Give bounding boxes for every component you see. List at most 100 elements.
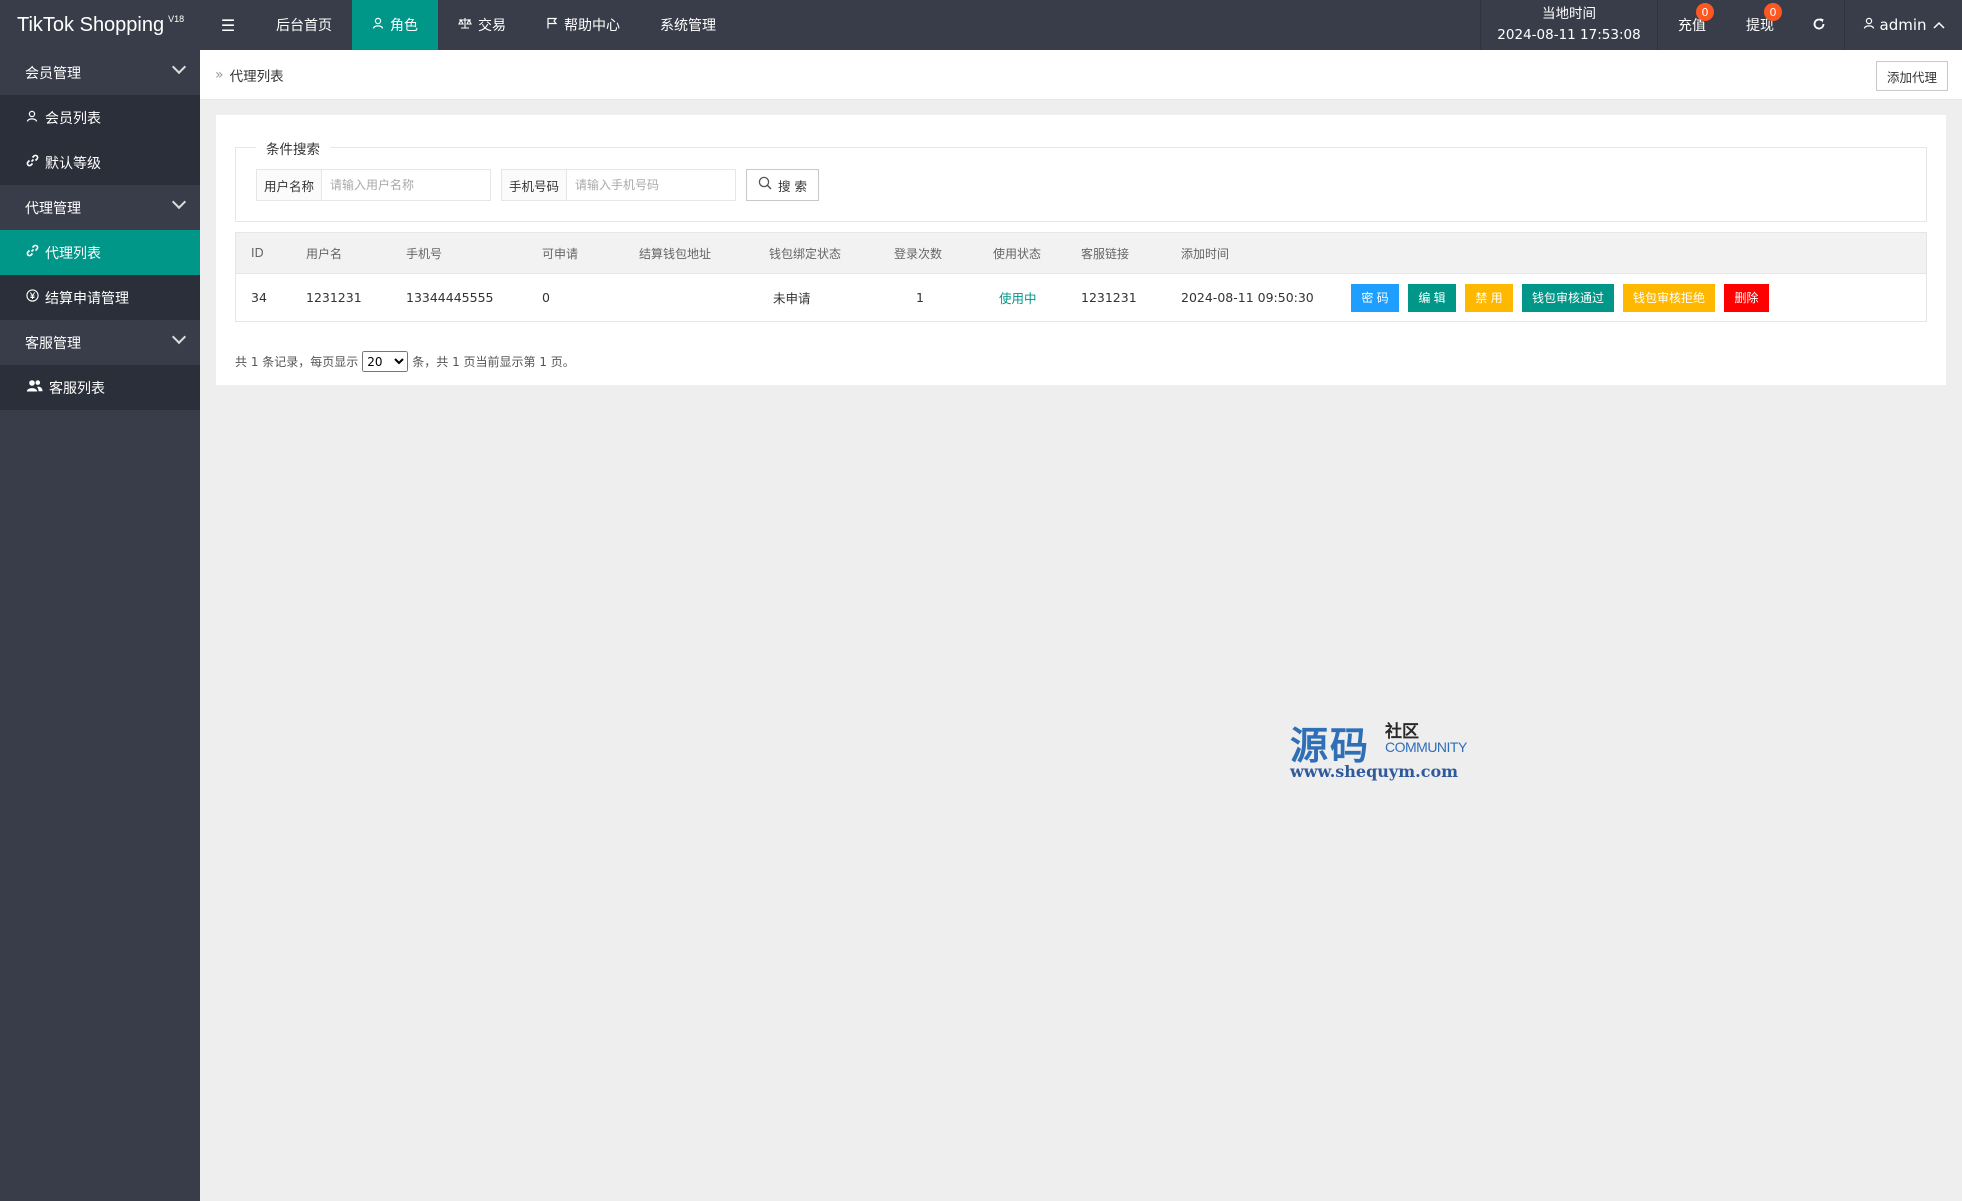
sidebar-item-service-list[interactable]: 客服列表 <box>0 365 200 410</box>
breadcrumb-separator: » <box>215 66 224 83</box>
sidebar-item-member-list[interactable]: 会员列表 <box>0 95 200 140</box>
column-header-added-time: 添加时间 <box>1181 246 1230 261</box>
password-button[interactable]: 密 码 <box>1351 283 1399 312</box>
cell-service-link: 1231231 <box>1081 290 1137 305</box>
sidebar-group-member[interactable]: 会员管理 <box>0 50 200 95</box>
clock-value: 2024-08-11 17:53:08 <box>1497 27 1641 43</box>
top-nav: ☰ 后台首页 角色 交易 帮助中心 系统管理 <box>200 0 736 50</box>
pager-prefix: 共 1 条记录，每页显示 <box>235 355 359 369</box>
phone-label: 手机号码 <box>502 170 567 200</box>
app-title: TikTok Shopping <box>17 13 165 36</box>
search-button-label: 搜 索 <box>778 178 807 194</box>
username-field: 用户名称 <box>256 169 491 201</box>
sidebar-group-service[interactable]: 客服管理 <box>0 320 200 365</box>
column-header-available: 可申请 <box>542 246 579 261</box>
topnav-item-home[interactable]: 后台首页 <box>256 0 352 50</box>
add-agent-button[interactable]: 添加代理 <box>1875 61 1948 91</box>
app-version: V18 <box>168 14 185 24</box>
topnav-item-role[interactable]: 角色 <box>352 0 438 50</box>
sidebar-item-label: 默认等级 <box>45 155 101 172</box>
local-time: 当地时间 2024-08-11 17:53:08 <box>1480 0 1658 50</box>
withdraw-badge: 0 <box>1764 3 1782 21</box>
sidebar-item-label: 会员列表 <box>45 110 101 127</box>
column-header-use-status: 使用状态 <box>993 246 1042 261</box>
balance-scale-icon <box>458 17 472 33</box>
edit-button[interactable]: 编 辑 <box>1408 283 1456 312</box>
refresh-button[interactable] <box>1794 0 1844 50</box>
clock-label: 当地时间 <box>1542 6 1596 22</box>
cell-wallet-status: 未申请 <box>773 291 811 306</box>
column-header-username: 用户名 <box>306 246 343 261</box>
users-icon <box>25 379 43 396</box>
phone-field: 手机号码 <box>501 169 736 201</box>
topnav-item-label: 帮助中心 <box>564 18 620 34</box>
cell-available: 0 <box>542 290 550 305</box>
cell-username: 1231231 <box>306 290 362 305</box>
topnav-item-system[interactable]: 系统管理 <box>640 0 736 50</box>
username-label: 用户名称 <box>257 170 322 200</box>
agent-table: ID 用户名 手机号 可申请 结算钱包地址 钱包绑定状态 登录次数 使用状态 客… <box>235 232 1927 322</box>
column-header-service-link: 客服链接 <box>1081 246 1130 261</box>
search-row: 用户名称 手机号码 搜 索 <box>256 169 819 201</box>
withdraw-button[interactable]: 提现 0 <box>1726 0 1794 50</box>
chevron-down-icon <box>171 59 187 75</box>
disable-button[interactable]: 禁 用 <box>1465 283 1513 312</box>
link-icon <box>25 154 39 171</box>
pager-suffix: 条，共 1 页当前显示第 1 页。 <box>412 355 575 369</box>
topnav-item-trade[interactable]: 交易 <box>438 0 526 50</box>
column-header-id: ID <box>251 246 264 260</box>
chevron-up-icon <box>1932 19 1945 32</box>
sidebar-item-settlement[interactable]: 结算申请管理 <box>0 275 200 320</box>
main-content: » 代理列表 添加代理 条件搜索 用户名称 手机号码 搜 索 <box>200 50 1962 1201</box>
table-header: ID 用户名 手机号 可申请 结算钱包地址 钱包绑定状态 登录次数 使用状态 客… <box>236 233 1926 273</box>
phone-input[interactable] <box>567 170 735 200</box>
chevron-down-icon <box>171 194 187 210</box>
pagination: 共 1 条记录，每页显示 20 条，共 1 页当前显示第 1 页。 <box>235 351 575 372</box>
sidebar-group-label: 会员管理 <box>25 65 81 82</box>
username-input[interactable] <box>322 170 490 200</box>
sidebar-item-agent-list[interactable]: 代理列表 <box>0 230 200 275</box>
user-icon <box>1863 17 1875 33</box>
agent-list-card: 条件搜索 用户名称 手机号码 搜 索 <box>216 115 1946 385</box>
sidebar-group-label: 客服管理 <box>25 335 81 352</box>
sidebar-group-agent[interactable]: 代理管理 <box>0 185 200 230</box>
table-row: 34 1231231 13344445555 0 未申请 1 使用中 12312… <box>236 273 1926 321</box>
column-header-login-count: 登录次数 <box>894 246 943 261</box>
topnav-item-label: 角色 <box>390 18 418 34</box>
breadcrumb-current: 代理列表 <box>229 68 284 85</box>
user-name: admin <box>1879 16 1927 34</box>
cell-login-count: 1 <box>916 290 924 305</box>
top-right-area: 当地时间 2024-08-11 17:53:08 充值 0 提现 0 admin <box>1480 0 1962 50</box>
wallet-approve-button[interactable]: 钱包审核通过 <box>1522 283 1614 312</box>
app-logo[interactable]: TikTok Shopping V18 <box>0 0 200 50</box>
breadcrumb: » 代理列表 添加代理 <box>200 50 1962 100</box>
watermark-url: www.shequym.com <box>1290 762 1459 781</box>
cell-added-time: 2024-08-11 09:50:30 <box>1181 290 1314 305</box>
sidebar-item-label: 结算申请管理 <box>45 290 129 307</box>
wallet-reject-button[interactable]: 钱包审核拒绝 <box>1623 283 1715 312</box>
search-button[interactable]: 搜 索 <box>746 169 819 201</box>
menu-toggle-button[interactable]: ☰ <box>200 0 256 50</box>
topnav-item-label: 系统管理 <box>660 18 716 34</box>
sidebar: 会员管理 会员列表 默认等级 代理管理 代理列表 结算申请管理 客服管理 客服列… <box>0 50 200 1201</box>
chevron-down-icon <box>171 329 187 345</box>
recharge-badge: 0 <box>1696 3 1714 21</box>
sidebar-item-label: 客服列表 <box>49 380 105 397</box>
watermark-logo: 源码 社区 COMMUNITY www.shequym.com <box>1290 715 1490 785</box>
user-icon <box>25 110 39 126</box>
search-legend: 条件搜索 <box>256 138 330 158</box>
user-menu[interactable]: admin <box>1844 0 1962 50</box>
sidebar-item-default-level[interactable]: 默认等级 <box>0 140 200 185</box>
topnav-item-label: 交易 <box>478 18 506 34</box>
delete-button[interactable]: 删除 <box>1724 283 1769 312</box>
sidebar-group-label: 代理管理 <box>25 200 81 217</box>
column-header-wallet-status: 钱包绑定状态 <box>769 246 842 261</box>
topnav-item-help[interactable]: 帮助中心 <box>526 0 640 50</box>
topnav-item-label: 后台首页 <box>276 18 332 34</box>
recharge-button[interactable]: 充值 0 <box>1658 0 1726 50</box>
yen-icon <box>25 289 39 306</box>
flag-icon <box>546 17 558 33</box>
cell-use-status: 使用中 <box>999 291 1037 306</box>
page-size-select[interactable]: 20 <box>362 351 409 372</box>
row-actions: 密 码 编 辑 禁 用 钱包审核通过 钱包审核拒绝 删除 <box>1351 283 1769 312</box>
